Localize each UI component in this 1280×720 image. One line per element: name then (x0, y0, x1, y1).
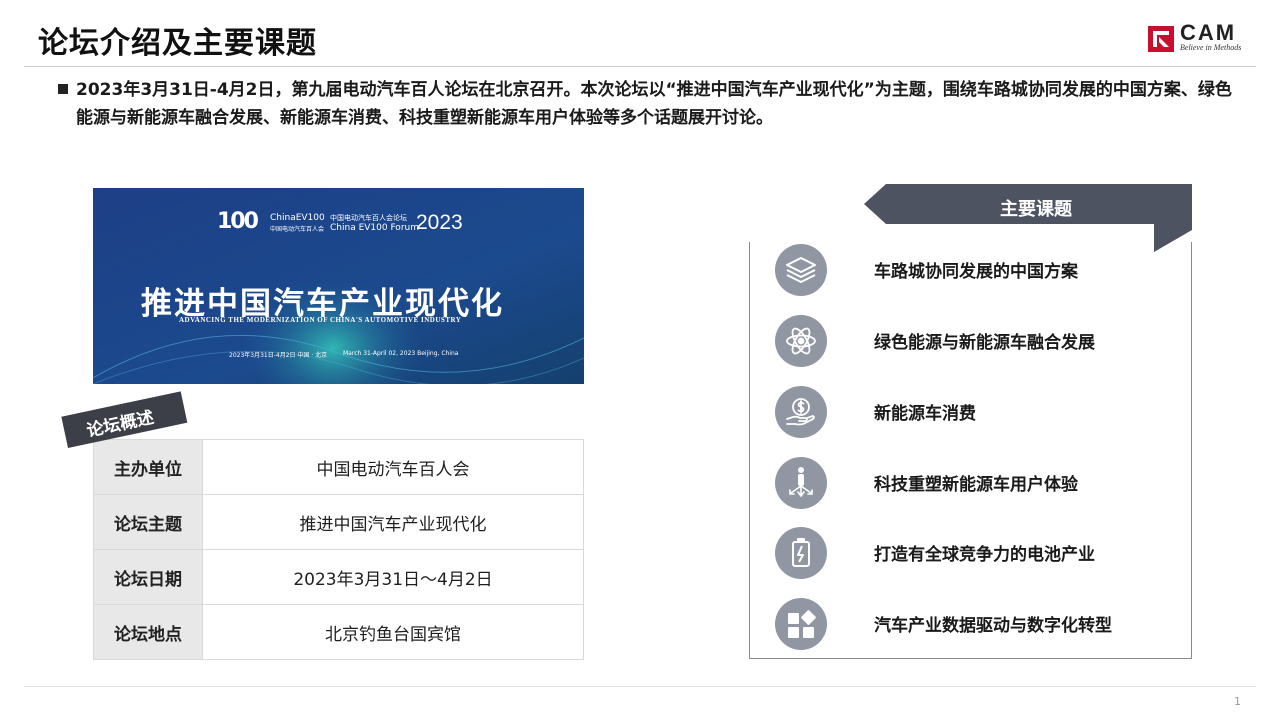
overview-key: 主办单位 (93, 439, 203, 495)
intro-text: 2023年3月31日-4月2日，第九届电动汽车百人论坛在北京召开。本次论坛以“推… (76, 80, 1232, 128)
banner-date-en: March 31-April 02, 2023 Beijing, China (343, 350, 459, 357)
banner-date-cn: 2023年3月31日-4月2日 中国 · 北京 (229, 352, 328, 359)
overview-tag-label: 论坛概述 (84, 407, 156, 442)
topics-title: 主要课题 (1000, 199, 1072, 220)
layers-icon (775, 244, 827, 296)
topic-label: 打造有全球竞争力的电池产业 (874, 545, 1095, 565)
banner-forum-cn: 中国电动汽车百人会论坛 (330, 214, 407, 222)
square-bullet-icon (58, 84, 68, 94)
cam-logo-mark-icon (1148, 26, 1174, 52)
topic-item: 科技重塑新能源车用户体验 (775, 457, 1185, 509)
blocks-icon (775, 598, 827, 650)
battery-icon (775, 527, 827, 579)
topics-panel (749, 242, 1192, 659)
topic-item: 汽车产业数据驱动与数字化转型 (775, 598, 1185, 650)
page-number: 1 (1234, 695, 1241, 708)
table-row: 论坛地点 北京钓鱼台国宾馆 (93, 604, 584, 660)
overview-key: 论坛地点 (93, 604, 203, 660)
overview-value: 北京钓鱼台国宾馆 (202, 604, 584, 660)
banner-subline: ADVANCING THE MODERNIZATION OF CHINA'S A… (179, 316, 462, 324)
overview-table: 主办单位 中国电动汽车百人会 论坛主题 推进中国汽车产业现代化 论坛日期 202… (93, 439, 584, 660)
overview-value: 中国电动汽车百人会 (202, 439, 584, 495)
topic-label: 新能源车消费 (874, 404, 976, 424)
banner-logo-en: ChinaEV100 (270, 213, 325, 223)
banner-logo-cn: 中国电动汽车百人会 (270, 226, 325, 233)
page-title: 论坛介绍及主要课题 (38, 26, 317, 61)
table-row: 论坛日期 2023年3月31日～4月2日 (93, 549, 584, 605)
overview-key: 论坛日期 (93, 549, 203, 605)
topic-item: 新能源车消费 (775, 386, 1185, 438)
forum-banner: 100 ChinaEV100 中国电动汽车百人会 中国电动汽车百人会论坛 Chi… (93, 188, 584, 384)
overview-key: 论坛主题 (93, 494, 203, 550)
banner-forum-en: China EV100 Forum (330, 223, 419, 233)
topic-label: 科技重塑新能源车用户体验 (874, 475, 1078, 495)
banner-logo-number: 100 (217, 209, 259, 234)
overview-value: 推进中国汽车产业现代化 (202, 494, 584, 550)
footer-divider (24, 686, 1256, 687)
topic-label: 绿色能源与新能源车融合发展 (874, 333, 1095, 353)
person-arrows-icon (775, 457, 827, 509)
cam-logo: CAM Believe in Methods (1148, 20, 1260, 56)
money-hand-icon (775, 386, 827, 438)
atom-icon (775, 315, 827, 367)
topic-label: 车路城协同发展的中国方案 (874, 262, 1078, 282)
table-row: 论坛主题 推进中国汽车产业现代化 (93, 494, 584, 550)
header-divider (24, 66, 1256, 67)
banner-year: 2023 (416, 211, 463, 234)
overview-value: 2023年3月31日～4月2日 (202, 549, 584, 605)
intro-paragraph: 2023年3月31日-4月2日，第九届电动汽车百人论坛在北京召开。本次论坛以“推… (58, 76, 1248, 132)
table-row: 主办单位 中国电动汽车百人会 (93, 439, 584, 495)
topic-label: 汽车产业数据驱动与数字化转型 (874, 616, 1112, 636)
topic-item: 绿色能源与新能源车融合发展 (775, 315, 1185, 367)
topic-item: 车路城协同发展的中国方案 (775, 244, 1185, 296)
logo-tagline: Believe in Methods (1180, 43, 1242, 52)
topic-item: 打造有全球竞争力的电池产业 (775, 527, 1185, 579)
